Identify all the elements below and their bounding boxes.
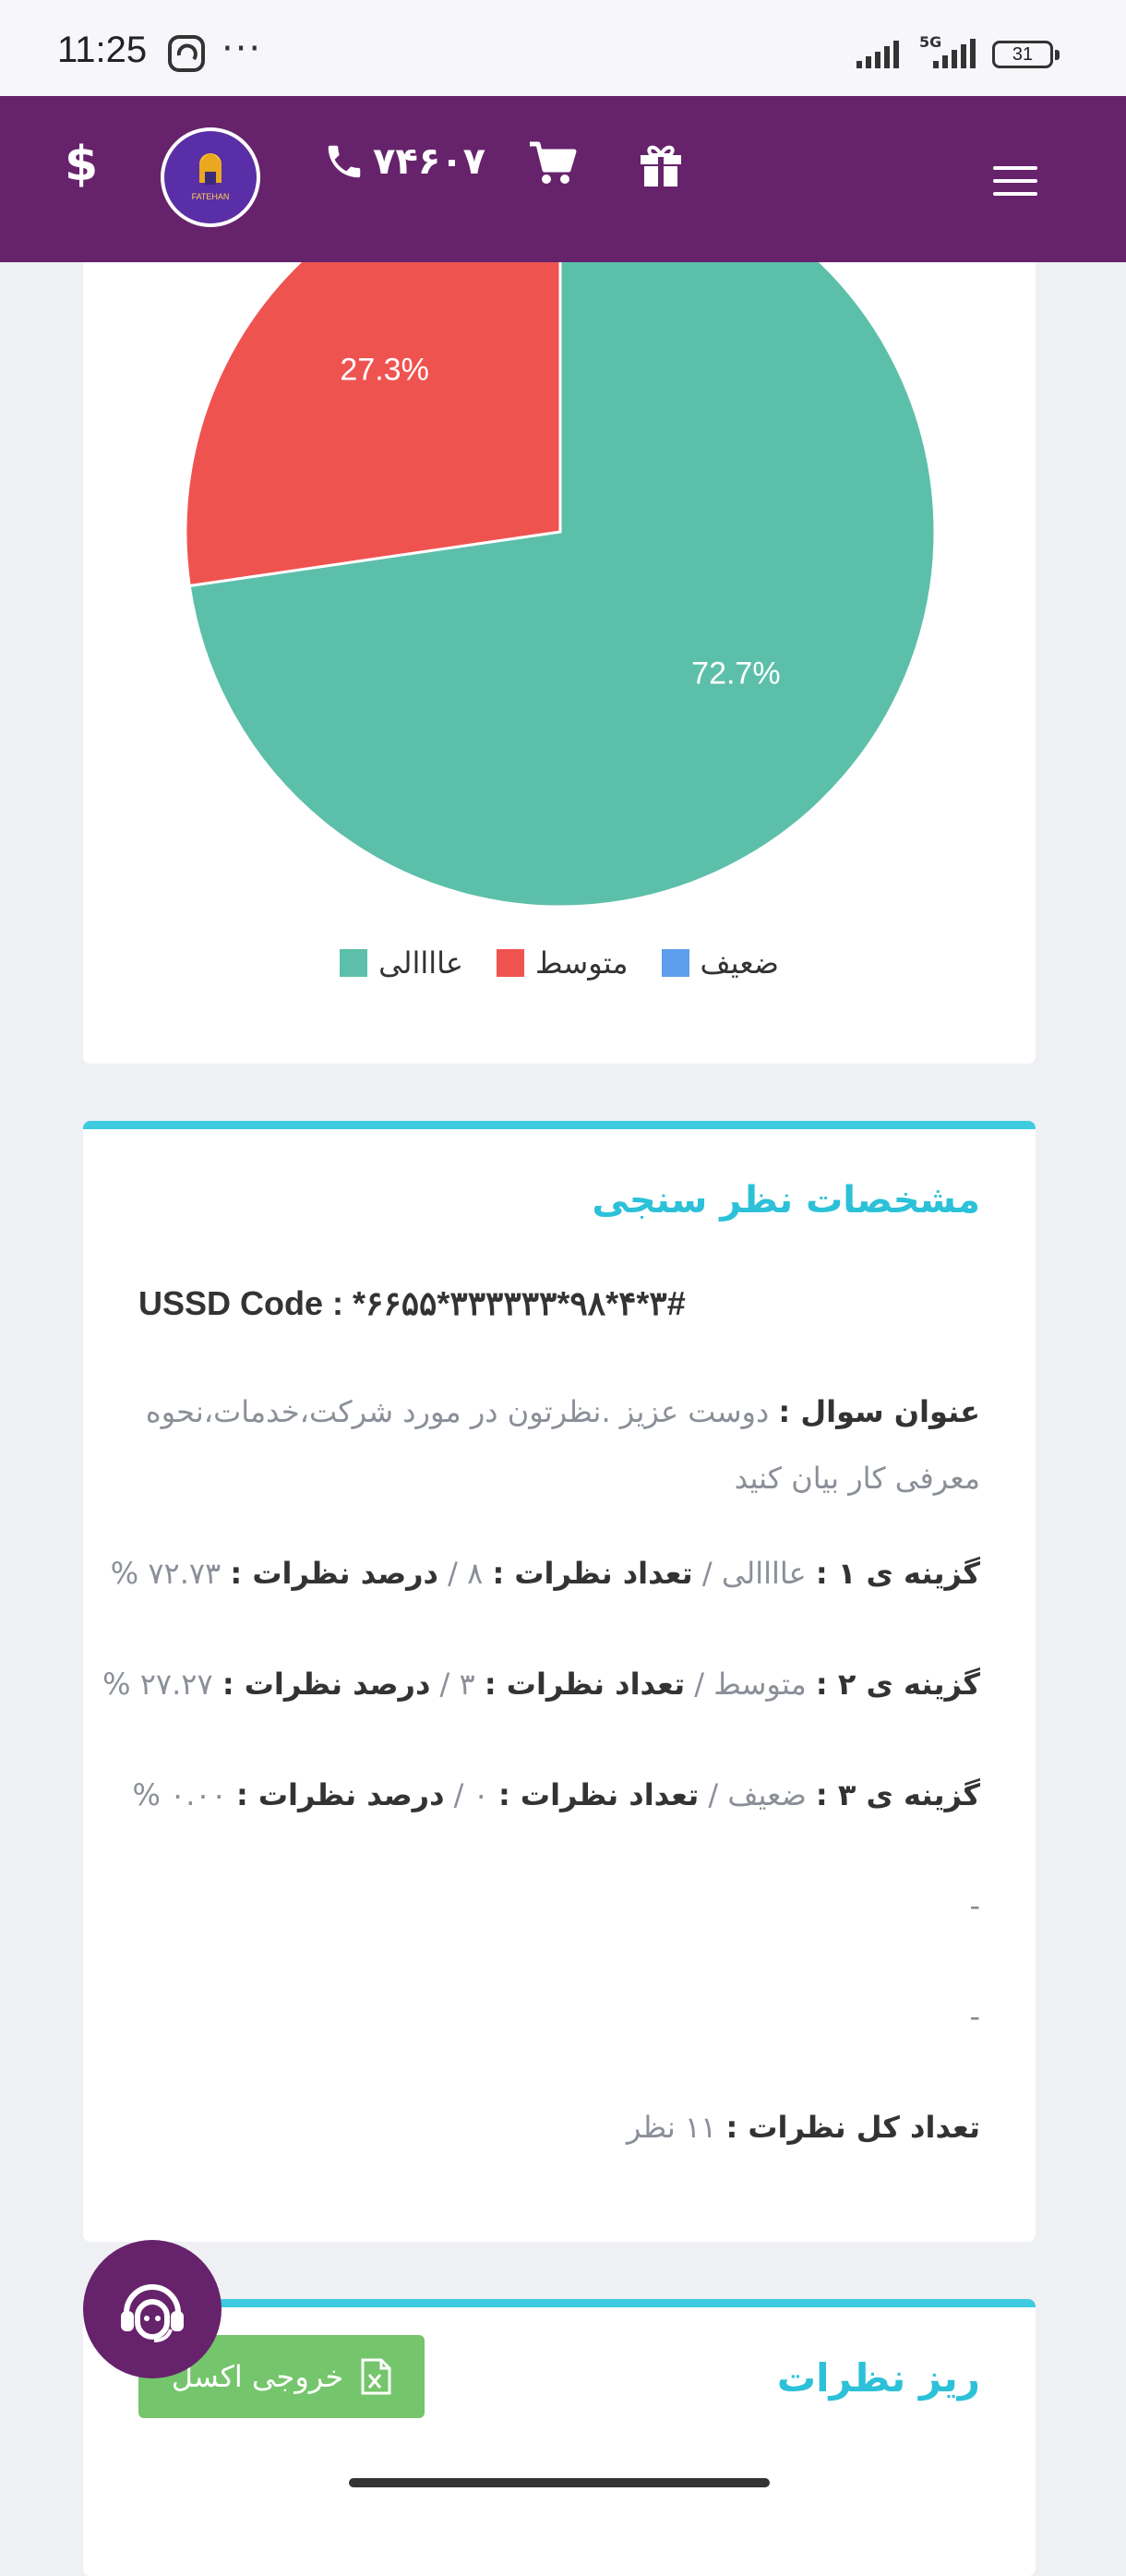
legend-item[interactable]: عاااالی bbox=[340, 945, 463, 981]
legend-swatch bbox=[497, 949, 525, 977]
status-time: 11:25 bbox=[57, 30, 148, 70]
total-votes-line: تعداد کل نظرات : ۱۱ نظر bbox=[627, 2110, 980, 2145]
signal-5g-icon bbox=[933, 39, 976, 68]
legend-label: عاااالی bbox=[378, 945, 464, 981]
legend-item[interactable]: متوسط bbox=[497, 945, 629, 981]
headset-support-icon bbox=[121, 2284, 184, 2342]
phone-link[interactable]: ۷۴۶۰۷ bbox=[323, 140, 485, 183]
status-more-dots: ··· bbox=[222, 28, 263, 70]
legend-item[interactable]: ضعیف bbox=[661, 945, 779, 981]
logo-icon bbox=[199, 153, 222, 185]
option-line: گزینه ی ۲ : متوسط / تعداد نظرات : ۳ / در… bbox=[102, 1667, 980, 1702]
empty-option-dash: - bbox=[969, 1999, 980, 2034]
phone-number: ۷۴۶۰۷ bbox=[373, 140, 486, 183]
question-line: عنوان سوال : دوست عزیز .نظرتون در مورد ش… bbox=[138, 1378, 980, 1511]
battery-indicator: 31 bbox=[992, 41, 1060, 68]
poll-info-card: مشخصات نظر سنجی USSD Code : *۶۶۵۵*۳۳۳۳۳۳… bbox=[83, 1121, 1036, 2242]
phone-icon bbox=[328, 145, 361, 178]
signal-icon bbox=[856, 41, 899, 68]
details-title: ریز نظرات bbox=[776, 2355, 980, 2401]
legend-label: متوسط bbox=[535, 945, 629, 981]
question-label: عنوان سوال : bbox=[778, 1394, 980, 1429]
status-bar: 11:25 ··· 5G 31 bbox=[0, 0, 1126, 96]
total-label: تعداد کل نظرات : bbox=[725, 2110, 980, 2145]
details-card: ریز نظرات خروجی اکسل bbox=[83, 2299, 1036, 2576]
total-value: ۱۱ نظر bbox=[626, 2110, 717, 2145]
chart-legend: ضعیف متوسط عاااالی bbox=[83, 945, 1036, 981]
legend-swatch bbox=[340, 949, 368, 977]
poll-info-title: مشخصات نظر سنجی bbox=[592, 1179, 980, 1222]
gift-icon[interactable] bbox=[637, 140, 685, 188]
home-indicator[interactable] bbox=[349, 2478, 770, 2487]
legend-swatch bbox=[661, 949, 689, 977]
cart-icon[interactable] bbox=[528, 140, 578, 187]
pie-slice-label: 72.7% bbox=[691, 656, 780, 692]
app-notification-icon bbox=[168, 35, 205, 72]
empty-option-dash: - bbox=[969, 1888, 980, 1923]
support-button[interactable] bbox=[83, 2240, 222, 2378]
currency-icon[interactable]: $ bbox=[65, 137, 98, 192]
excel-file-icon bbox=[361, 2358, 391, 2395]
legend-label: ضعیف bbox=[700, 945, 779, 981]
menu-icon[interactable] bbox=[993, 164, 1037, 198]
logo-text: FATEHAN bbox=[191, 192, 230, 201]
pie-slice[interactable] bbox=[184, 262, 562, 588]
option-line: گزینه ی ۳ : ضعیف / تعداد نظرات : ۰ / درص… bbox=[132, 1777, 980, 1812]
chart-card: 72.7% 27.3% ضعیف متوسط عاااالی bbox=[83, 262, 1036, 1064]
app-header: $ FATEHAN ۷۴۶۰۷ bbox=[0, 96, 1126, 262]
pie-slice-label: 27.3% bbox=[340, 352, 428, 387]
option-line: گزینه ی ۱ : عاااالی / تعداد نظرات : ۸ / … bbox=[110, 1556, 980, 1591]
ussd-code: USSD Code : *۶۶۵۵*۳۳۳۳۳۳*۹۸*۴*۳# bbox=[138, 1284, 686, 1322]
pie-chart: 72.7% 27.3% bbox=[184, 262, 937, 909]
excel-export-label: خروجی اکسل bbox=[171, 2359, 344, 2394]
logo[interactable]: FATEHAN bbox=[161, 127, 260, 227]
